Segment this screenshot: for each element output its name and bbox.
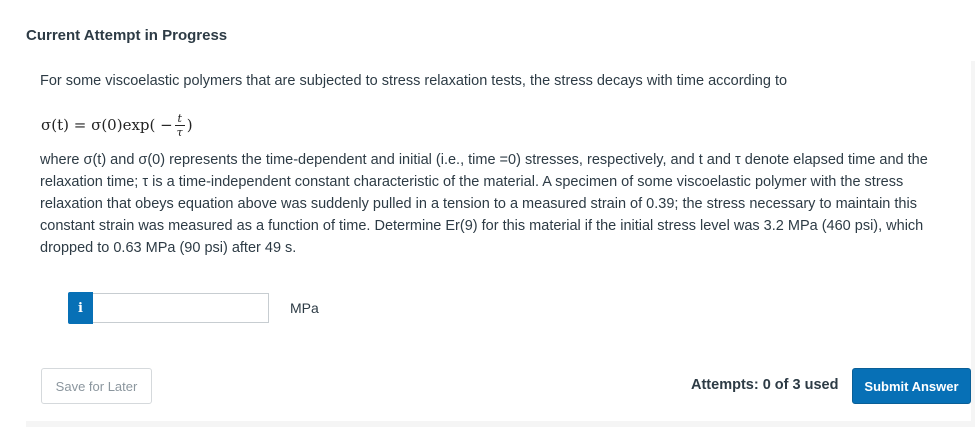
question-intro: For some viscoelastic polymers that are … bbox=[40, 73, 788, 89]
submit-answer-button[interactable]: Submit Answer bbox=[852, 368, 971, 404]
equation-fraction: t τ bbox=[174, 111, 185, 139]
attempts-counter: Attempts: 0 of 3 used bbox=[691, 377, 839, 393]
attempt-status-heading: Current Attempt in Progress bbox=[26, 27, 228, 44]
answer-row: i MPa bbox=[68, 291, 319, 325]
stress-relaxation-equation: σ(t) = σ(0)exp( − t τ ) bbox=[41, 105, 193, 145]
equation-lhs: σ(t) = σ(0)exp( − bbox=[41, 116, 173, 134]
content-panel: For some viscoelastic polymers that are … bbox=[26, 61, 975, 427]
fraction-numerator: t bbox=[177, 111, 182, 125]
save-for-later-button[interactable]: Save for Later bbox=[41, 368, 152, 404]
answer-input[interactable] bbox=[93, 293, 269, 323]
page: Current Attempt in Progress For some vis… bbox=[0, 0, 975, 427]
unit-label: MPa bbox=[290, 300, 319, 316]
fraction-denominator: τ bbox=[176, 125, 183, 139]
question-card: For some viscoelastic polymers that are … bbox=[26, 61, 971, 421]
info-icon[interactable]: i bbox=[68, 292, 93, 324]
question-body: where σ(t) and σ(0) represents the time-… bbox=[40, 152, 928, 256]
equation-close: ) bbox=[186, 116, 193, 134]
